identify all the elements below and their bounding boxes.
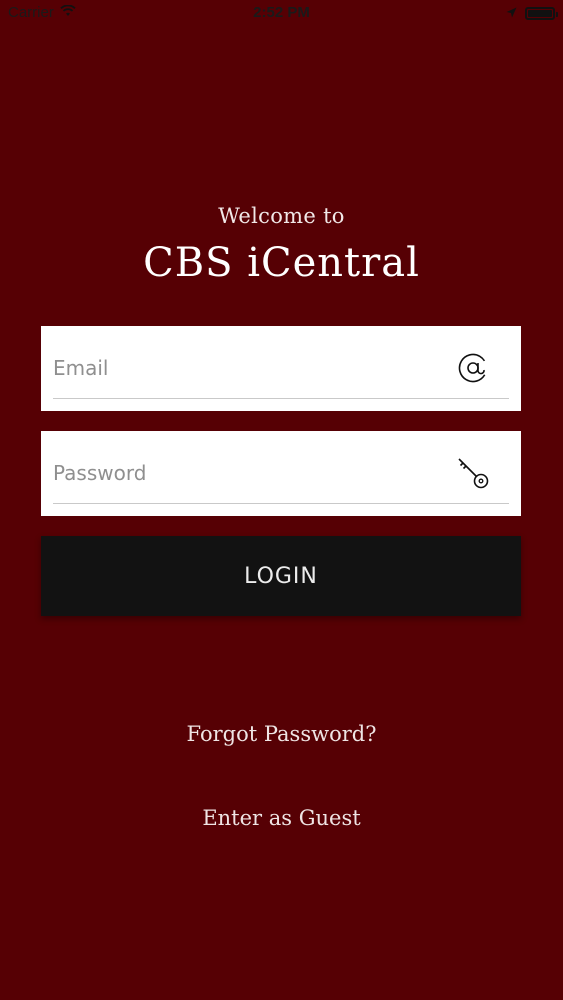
battery-icon xyxy=(525,7,558,20)
forgot-password-link[interactable]: Forgot Password? xyxy=(0,722,563,746)
location-arrow-icon xyxy=(506,5,517,22)
status-bar: Carrier 2:52 PM xyxy=(0,0,563,28)
key-icon xyxy=(453,453,493,493)
password-field-container[interactable] xyxy=(41,431,521,516)
app-title: CBS iCentral xyxy=(143,240,420,286)
status-time: 2:52 PM xyxy=(253,4,310,21)
login-button[interactable]: LOGIN xyxy=(41,536,521,616)
login-screen: Carrier 2:52 PM Welcome to CBS iCentral xyxy=(0,0,563,1000)
password-field[interactable] xyxy=(53,451,443,495)
password-underline xyxy=(53,503,509,504)
email-field-container[interactable] xyxy=(41,326,521,411)
at-sign-icon xyxy=(453,348,493,388)
email-underline xyxy=(53,398,509,399)
status-right xyxy=(506,5,558,22)
enter-as-guest-link[interactable]: Enter as Guest xyxy=(0,806,563,830)
welcome-text: Welcome to xyxy=(218,204,345,228)
email-field[interactable] xyxy=(53,346,443,390)
